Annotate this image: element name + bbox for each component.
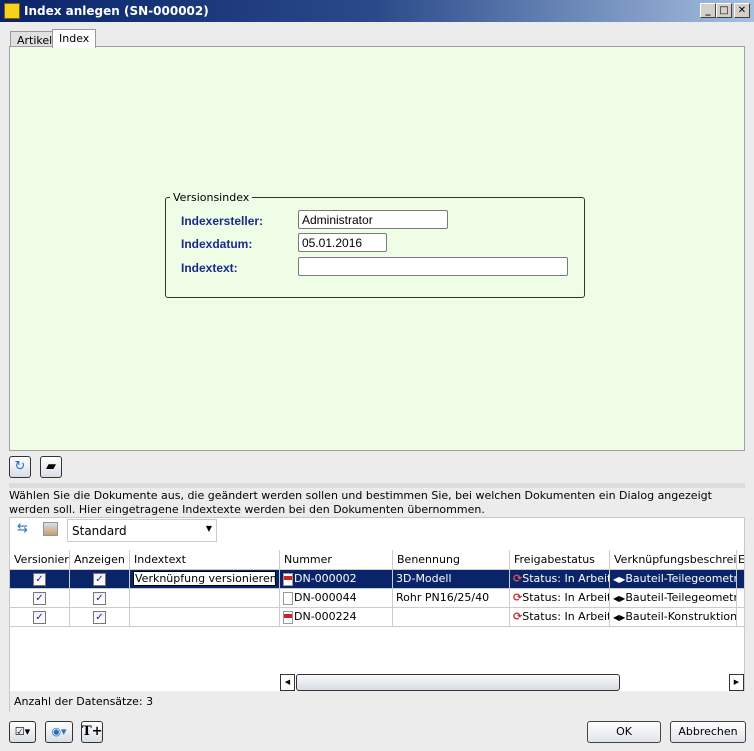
col-indextext[interactable]: Indextext [130, 550, 280, 570]
indextext-cell[interactable]: Verknüpfung versionieren [130, 570, 280, 589]
versionieren-checkbox[interactable]: ✓ [33, 592, 46, 605]
indexersteller-label: Indexersteller: [181, 214, 264, 228]
anzeigen-cell[interactable]: ✓ [70, 570, 130, 589]
anzeigen-cell[interactable]: ✓ [70, 589, 130, 608]
maximize-button[interactable]: □ [716, 3, 732, 18]
nummer: DN-000224 [294, 610, 357, 623]
title-bar: Index anlegen (SN-000002) _ □ ✕ [0, 0, 754, 22]
link-text: Bauteil-Teilegeometrie [625, 572, 737, 585]
status-cycle-icon: ⟳ [513, 572, 523, 585]
versionieren-cell[interactable]: ✓ [10, 608, 70, 627]
group-legend: Versionsindex [170, 191, 253, 204]
versionieren-checkbox[interactable]: ✓ [33, 573, 46, 586]
status-cell[interactable]: ⟳Status: In Arbeit [510, 589, 610, 608]
add-text-button[interactable]: T+ [81, 721, 103, 743]
indexersteller-input[interactable]: Administrator [298, 210, 448, 229]
indextext-editor[interactable]: Verknüpfung versionieren [133, 571, 277, 586]
indexdatum-label: Indexdatum: [181, 237, 253, 251]
chevron-down-icon: ▼ [205, 524, 212, 533]
anzeigen-checkbox[interactable]: ✓ [93, 573, 106, 586]
indextext-cell[interactable] [130, 589, 280, 608]
link-arrows-icon: ◀▶ [613, 594, 626, 603]
view-settings-icon[interactable] [43, 522, 58, 536]
versionieren-checkbox[interactable]: ✓ [33, 611, 46, 624]
minimize-button[interactable]: _ [700, 3, 716, 18]
anzeigen-checkbox[interactable]: ✓ [93, 592, 106, 605]
document-icon [283, 591, 293, 605]
document-icon [283, 572, 293, 586]
indextext-cell[interactable] [130, 608, 280, 627]
nummer-cell[interactable]: DN-000224 [280, 608, 393, 627]
record-count: Anzahl der Datensätze: 3 [14, 695, 154, 708]
refresh-button[interactable]: ↻ [9, 456, 31, 478]
anzeigen-checkbox[interactable]: ✓ [93, 611, 106, 624]
indexdatum-input[interactable]: 05.01.2016 [298, 233, 387, 252]
link-cell[interactable]: ◀▶Bauteil-Teilegeometrie [610, 589, 737, 608]
status-cell[interactable]: ⟳Status: In Arbeit [510, 608, 610, 627]
link-text: Bauteil-Konstruktion [625, 610, 737, 623]
status-cycle-icon: ⟳ [513, 610, 523, 623]
scroll-left-button[interactable]: ◀ [280, 674, 295, 691]
link-arrows-icon: ◀▶ [613, 575, 626, 584]
status-text: Status: In Arbeit [522, 591, 610, 604]
view-select[interactable]: Standard ▼ [67, 519, 217, 542]
versionieren-cell[interactable]: ✓ [10, 589, 70, 608]
col-e[interactable]: E [737, 550, 745, 570]
window-title: Index anlegen (SN-000002) [24, 4, 209, 18]
nummer: DN-000044 [294, 591, 357, 604]
link-cell[interactable]: ◀▶Bauteil-Teilegeometrie [610, 570, 737, 589]
status-text: Status: In Arbeit [522, 572, 610, 585]
horizontal-scrollbar[interactable]: ◀ ▶ [280, 674, 745, 691]
col-nummer[interactable]: Nummer [280, 550, 393, 570]
ok-button[interactable]: OK [587, 721, 661, 743]
document-icon [283, 610, 293, 624]
view-menu-button[interactable]: ◉▾ [45, 721, 73, 743]
status-cycle-icon: ⟳ [513, 591, 523, 604]
close-button[interactable]: ✕ [734, 3, 750, 18]
indextext-label: Indextext: [181, 261, 238, 275]
table-row[interactable]: ✓ ✓ Verknüpfung versionieren DN-000002 3D-Mo… [10, 570, 745, 589]
status-cell[interactable]: ⟳Status: In Arbeit [510, 570, 610, 589]
col-benennung[interactable]: Benennung [393, 550, 510, 570]
anzeigen-cell[interactable]: ✓ [70, 608, 130, 627]
swap-icon[interactable]: ⇆ [17, 521, 28, 536]
checkbox-icon: ☑▾ [14, 725, 31, 738]
e-cell[interactable] [737, 608, 745, 627]
col-anzeigen[interactable]: Anzeigen [70, 550, 130, 570]
tab-index[interactable]: Index [52, 29, 97, 48]
benennung-cell[interactable]: Rohr PN16/25/40 [393, 589, 510, 608]
info-text: Wählen Sie die Dokumente aus, die geände… [9, 489, 712, 516]
table-row[interactable]: ✓ ✓ DN-000224 ⟳Status: In Arbeit ◀▶Bauteil-K… [10, 608, 745, 627]
nummer-cell[interactable]: DN-000044 [280, 589, 393, 608]
eraser-button[interactable]: ▰ [40, 456, 62, 478]
eye-icon: ◉▾ [51, 725, 67, 738]
col-verknuepfung[interactable]: Verknüpfungsbeschreibu [610, 550, 737, 570]
table-row[interactable]: ✓ ✓ DN-000044 Rohr PN16/25/40 ⟳Status: In Ar… [10, 589, 745, 608]
versionieren-cell[interactable]: ✓ [10, 570, 70, 589]
col-freigabestatus[interactable]: Freigabestatus [510, 550, 610, 570]
e-cell[interactable] [737, 589, 745, 608]
view-select-value: Standard [72, 524, 127, 538]
benennung-cell[interactable]: 3D-Modell [393, 570, 510, 589]
col-versionieren[interactable]: Versioniere [10, 550, 70, 570]
nummer-cell[interactable]: DN-000002 [280, 570, 393, 589]
app-icon [4, 3, 20, 19]
e-cell[interactable] [737, 570, 745, 589]
scroll-right-button[interactable]: ▶ [729, 674, 744, 691]
link-text: Bauteil-Teilegeometrie [625, 591, 737, 604]
nummer: DN-000002 [294, 572, 357, 585]
check-menu-button[interactable]: ☑▾ [9, 721, 36, 743]
refresh-icon: ↻ [14, 459, 26, 474]
link-arrows-icon: ◀▶ [613, 613, 626, 622]
scroll-thumb[interactable] [296, 674, 620, 691]
text-plus-icon: T+ [82, 724, 103, 739]
indextext-input[interactable] [298, 257, 568, 276]
cancel-button[interactable]: Abbrechen [670, 721, 746, 743]
eraser-icon: ▰ [46, 459, 56, 474]
status-text: Status: In Arbeit [522, 610, 610, 623]
splitter[interactable] [9, 483, 745, 488]
link-cell[interactable]: ◀▶Bauteil-Konstruktion [610, 608, 737, 627]
benennung-cell[interactable] [393, 608, 510, 627]
